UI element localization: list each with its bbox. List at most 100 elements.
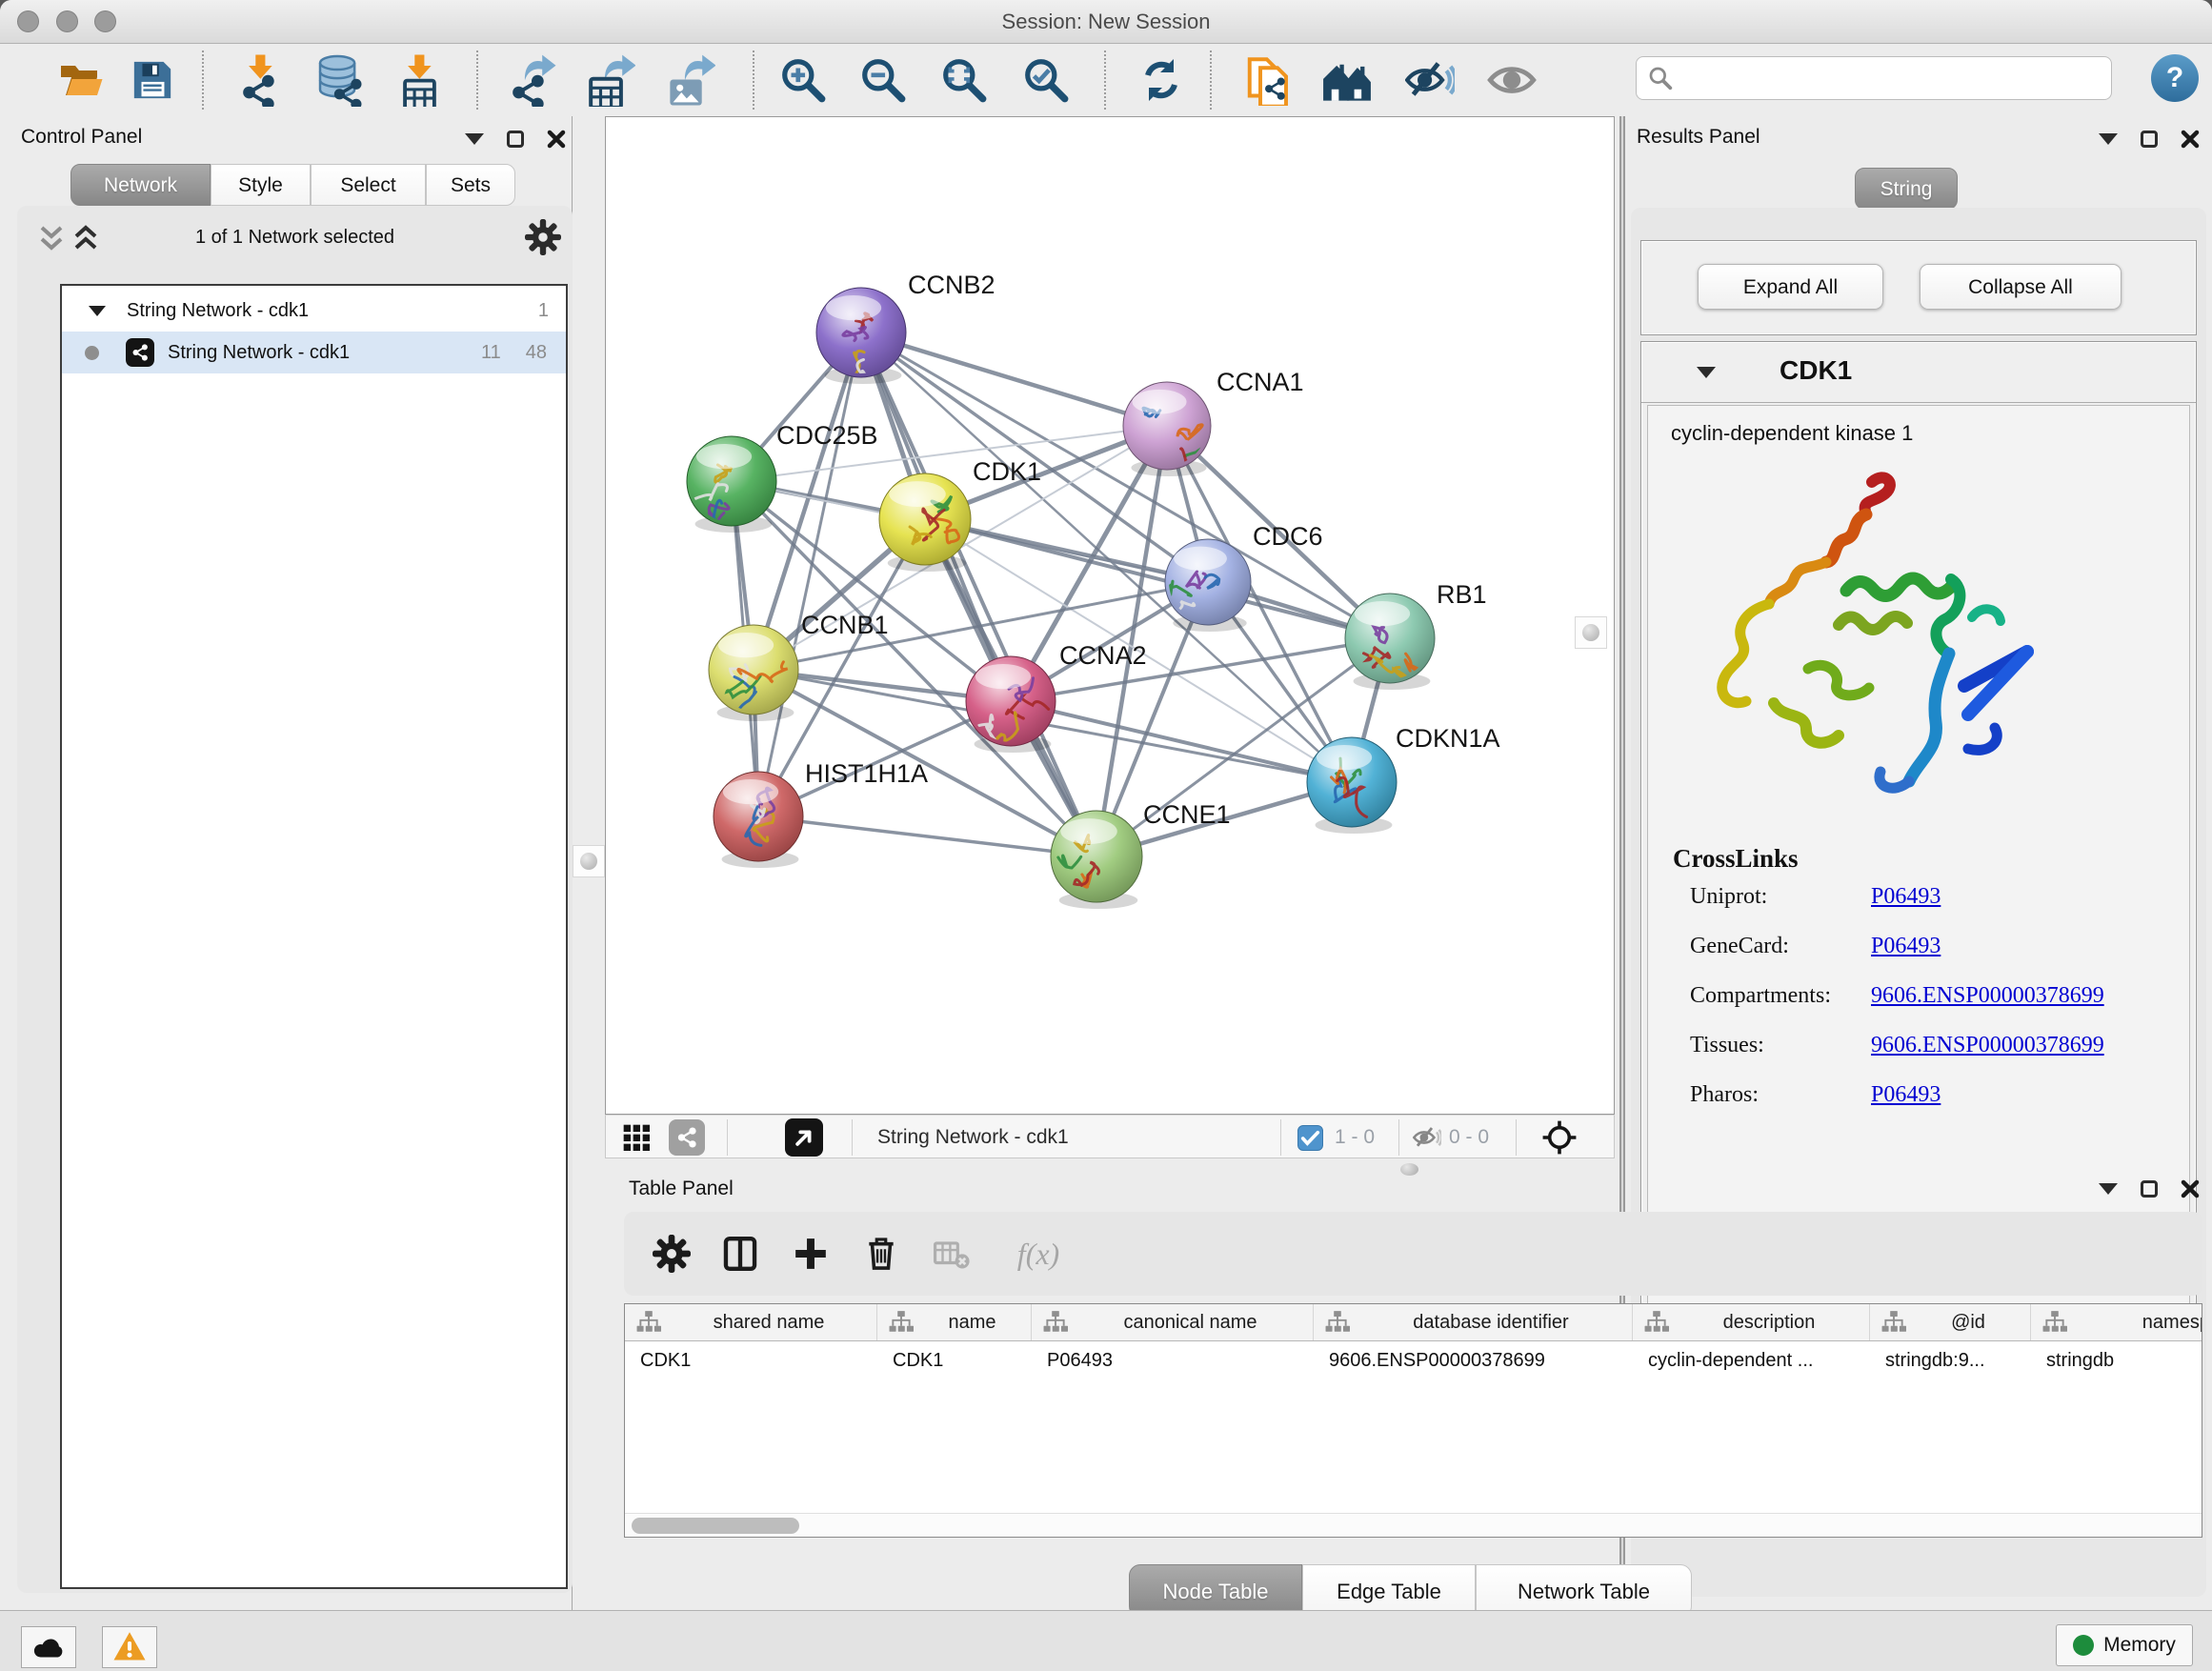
results-panel-header: Results Panel String	[1626, 116, 2212, 208]
memory-button[interactable]: Memory	[2056, 1624, 2193, 1666]
hide-unselected-button[interactable]	[1402, 52, 1458, 108]
delete-column-trash-icon[interactable]	[860, 1233, 902, 1275]
tab-sets[interactable]: Sets	[426, 164, 515, 206]
help-button[interactable]: ?	[2151, 54, 2199, 102]
zoom-out-button[interactable]	[855, 52, 911, 108]
network-node-cdc6[interactable]	[1156, 539, 1251, 632]
zoom-selected-button[interactable]	[1018, 52, 1074, 108]
table-settings-gear-icon[interactable]	[651, 1233, 693, 1275]
network-node-ccna1[interactable]	[1123, 382, 1211, 486]
export-image-button[interactable]	[661, 52, 716, 108]
cloud-status-button[interactable]	[21, 1626, 76, 1668]
table-cell[interactable]: P06493	[1032, 1341, 1314, 1380]
table-cell[interactable]: CDK1	[877, 1341, 1032, 1380]
tab-style[interactable]: Style	[211, 164, 311, 206]
gene-section-header[interactable]: CDK1	[1641, 342, 2196, 403]
network-edge[interactable]	[861, 332, 1167, 426]
clone-network-button[interactable]	[1238, 52, 1294, 108]
collapse-panel-icon[interactable]	[2099, 133, 2118, 145]
table-cell[interactable]: stringdb	[2031, 1341, 2202, 1380]
table-cell[interactable]: 9606.ENSP00000378699	[1314, 1341, 1633, 1380]
show-all-button[interactable]	[1484, 52, 1539, 108]
table-cell[interactable]: stringdb:9...	[1870, 1341, 2031, 1380]
column-header-name[interactable]: name	[877, 1304, 1032, 1340]
network-node-rb1[interactable]	[1345, 594, 1435, 690]
network-graph[interactable]: CCNB2CCNA1CDC25BCDK1CDC6RB1CCNB1CCNA2CDK…	[606, 117, 1614, 1114]
selected-checkbox[interactable]	[1297, 1125, 1323, 1151]
network-collection-row[interactable]: String Network - cdk1 1	[62, 290, 566, 332]
zoom-fit-button[interactable]	[936, 52, 992, 108]
tab-select[interactable]: Select	[311, 164, 426, 206]
import-network-button[interactable]	[231, 52, 287, 108]
export-network-button[interactable]	[503, 52, 558, 108]
close-panel-icon[interactable]	[2181, 1179, 2200, 1198]
node-label-ccnb1: CCNB1	[801, 611, 889, 639]
network-node-cdc25b[interactable]	[687, 436, 776, 558]
network-share-icon[interactable]	[669, 1119, 705, 1156]
table-row[interactable]: CDK1CDK1P064939606.ENSP00000378699cyclin…	[625, 1341, 2202, 1380]
save-session-button[interactable]	[125, 52, 180, 108]
add-column-icon[interactable]	[790, 1233, 832, 1275]
show-columns-icon[interactable]	[719, 1233, 761, 1275]
right-splitter-handle[interactable]	[1575, 616, 1607, 649]
network-node-ccnb1[interactable]	[709, 625, 798, 721]
crosslinks-heading: CrossLinks	[1673, 844, 1799, 874]
network-canvas[interactable]: CCNB2CCNA1CDC25BCDK1CDC6RB1CCNB1CCNA2CDK…	[605, 116, 1615, 1115]
crosslink-link[interactable]: 9606.ENSP00000378699	[1871, 983, 2104, 1009]
export-table-button[interactable]	[581, 52, 636, 108]
statusbar-separator	[852, 1119, 853, 1156]
crosslink-link[interactable]: P06493	[1871, 934, 1941, 959]
hidden-eye-slash-icon[interactable]	[1413, 1123, 1441, 1152]
zoom-in-button[interactable]	[775, 52, 831, 108]
close-panel-icon[interactable]	[2181, 130, 2200, 149]
float-panel-icon[interactable]	[2141, 1180, 2158, 1198]
table-hscrollbar[interactable]	[625, 1513, 2202, 1537]
function-builder-icon[interactable]: f(x)	[1005, 1233, 1072, 1275]
column-header--id[interactable]: @id	[1870, 1304, 2031, 1340]
tab-string[interactable]: String	[1855, 168, 1958, 210]
import-network-from-database-button[interactable]	[310, 52, 365, 108]
birdseye-view-icon[interactable]	[621, 1122, 652, 1153]
column-header-shared-name[interactable]: shared name	[625, 1304, 877, 1340]
search-input[interactable]	[1673, 68, 2111, 90]
table-hscrollbar-thumb[interactable]	[632, 1518, 799, 1534]
network-panel-gear-icon[interactable]	[525, 219, 561, 255]
float-panel-icon[interactable]	[2141, 131, 2158, 148]
gene-collapse-icon[interactable]	[1697, 367, 1716, 378]
collapse-all-button[interactable]: Collapse All	[1920, 264, 2122, 310]
network-node-cdkn1a[interactable]	[1307, 737, 1397, 834]
left-splitter-handle[interactable]	[573, 845, 605, 877]
collapse-panel-icon[interactable]	[465, 133, 484, 145]
crosslink-link[interactable]: P06493	[1871, 884, 1941, 910]
close-panel-icon[interactable]	[547, 130, 566, 149]
center-view-crosshair-icon[interactable]	[1541, 1119, 1578, 1156]
column-header-database-identifier[interactable]: database identifier	[1314, 1304, 1633, 1340]
table-cell[interactable]: CDK1	[625, 1341, 877, 1380]
network-row[interactable]: String Network - cdk1 11 48	[62, 332, 566, 373]
refresh-layout-button[interactable]	[1134, 52, 1189, 108]
delete-table-icon[interactable]	[931, 1233, 973, 1275]
expand-all-button[interactable]: Expand All	[1698, 264, 1883, 310]
import-table-button[interactable]	[390, 52, 445, 108]
tree-expand-icon[interactable]	[89, 306, 106, 316]
open-session-button[interactable]	[53, 52, 109, 108]
network-edge[interactable]	[758, 816, 1096, 856]
table-toolbar: f(x)	[624, 1212, 2202, 1296]
crosslink-link[interactable]: 9606.ENSP00000378699	[1871, 1033, 2104, 1058]
float-panel-icon[interactable]	[507, 131, 524, 148]
warning-status-button[interactable]	[102, 1626, 157, 1668]
tab-network[interactable]: Network	[70, 164, 211, 206]
string-home-button[interactable]	[1319, 52, 1375, 108]
crosslink-link[interactable]: P06493	[1871, 1082, 1941, 1108]
network-node-ccne1[interactable]	[1051, 811, 1142, 909]
network-node-cdk1[interactable]	[879, 473, 971, 572]
open-in-new-window-icon[interactable]	[785, 1118, 823, 1157]
column-header-canonical-name[interactable]: canonical name	[1032, 1304, 1314, 1340]
table-cell[interactable]: cyclin-dependent ...	[1633, 1341, 1870, 1380]
network-edge[interactable]	[758, 332, 861, 816]
column-header-description[interactable]: description	[1633, 1304, 1870, 1340]
network-node-ccnb2[interactable]	[816, 288, 906, 408]
network-node-hist1h1a[interactable]	[714, 772, 803, 868]
column-header-namespace[interactable]: namespace	[2031, 1304, 2202, 1340]
collapse-panel-icon[interactable]	[2099, 1183, 2118, 1195]
